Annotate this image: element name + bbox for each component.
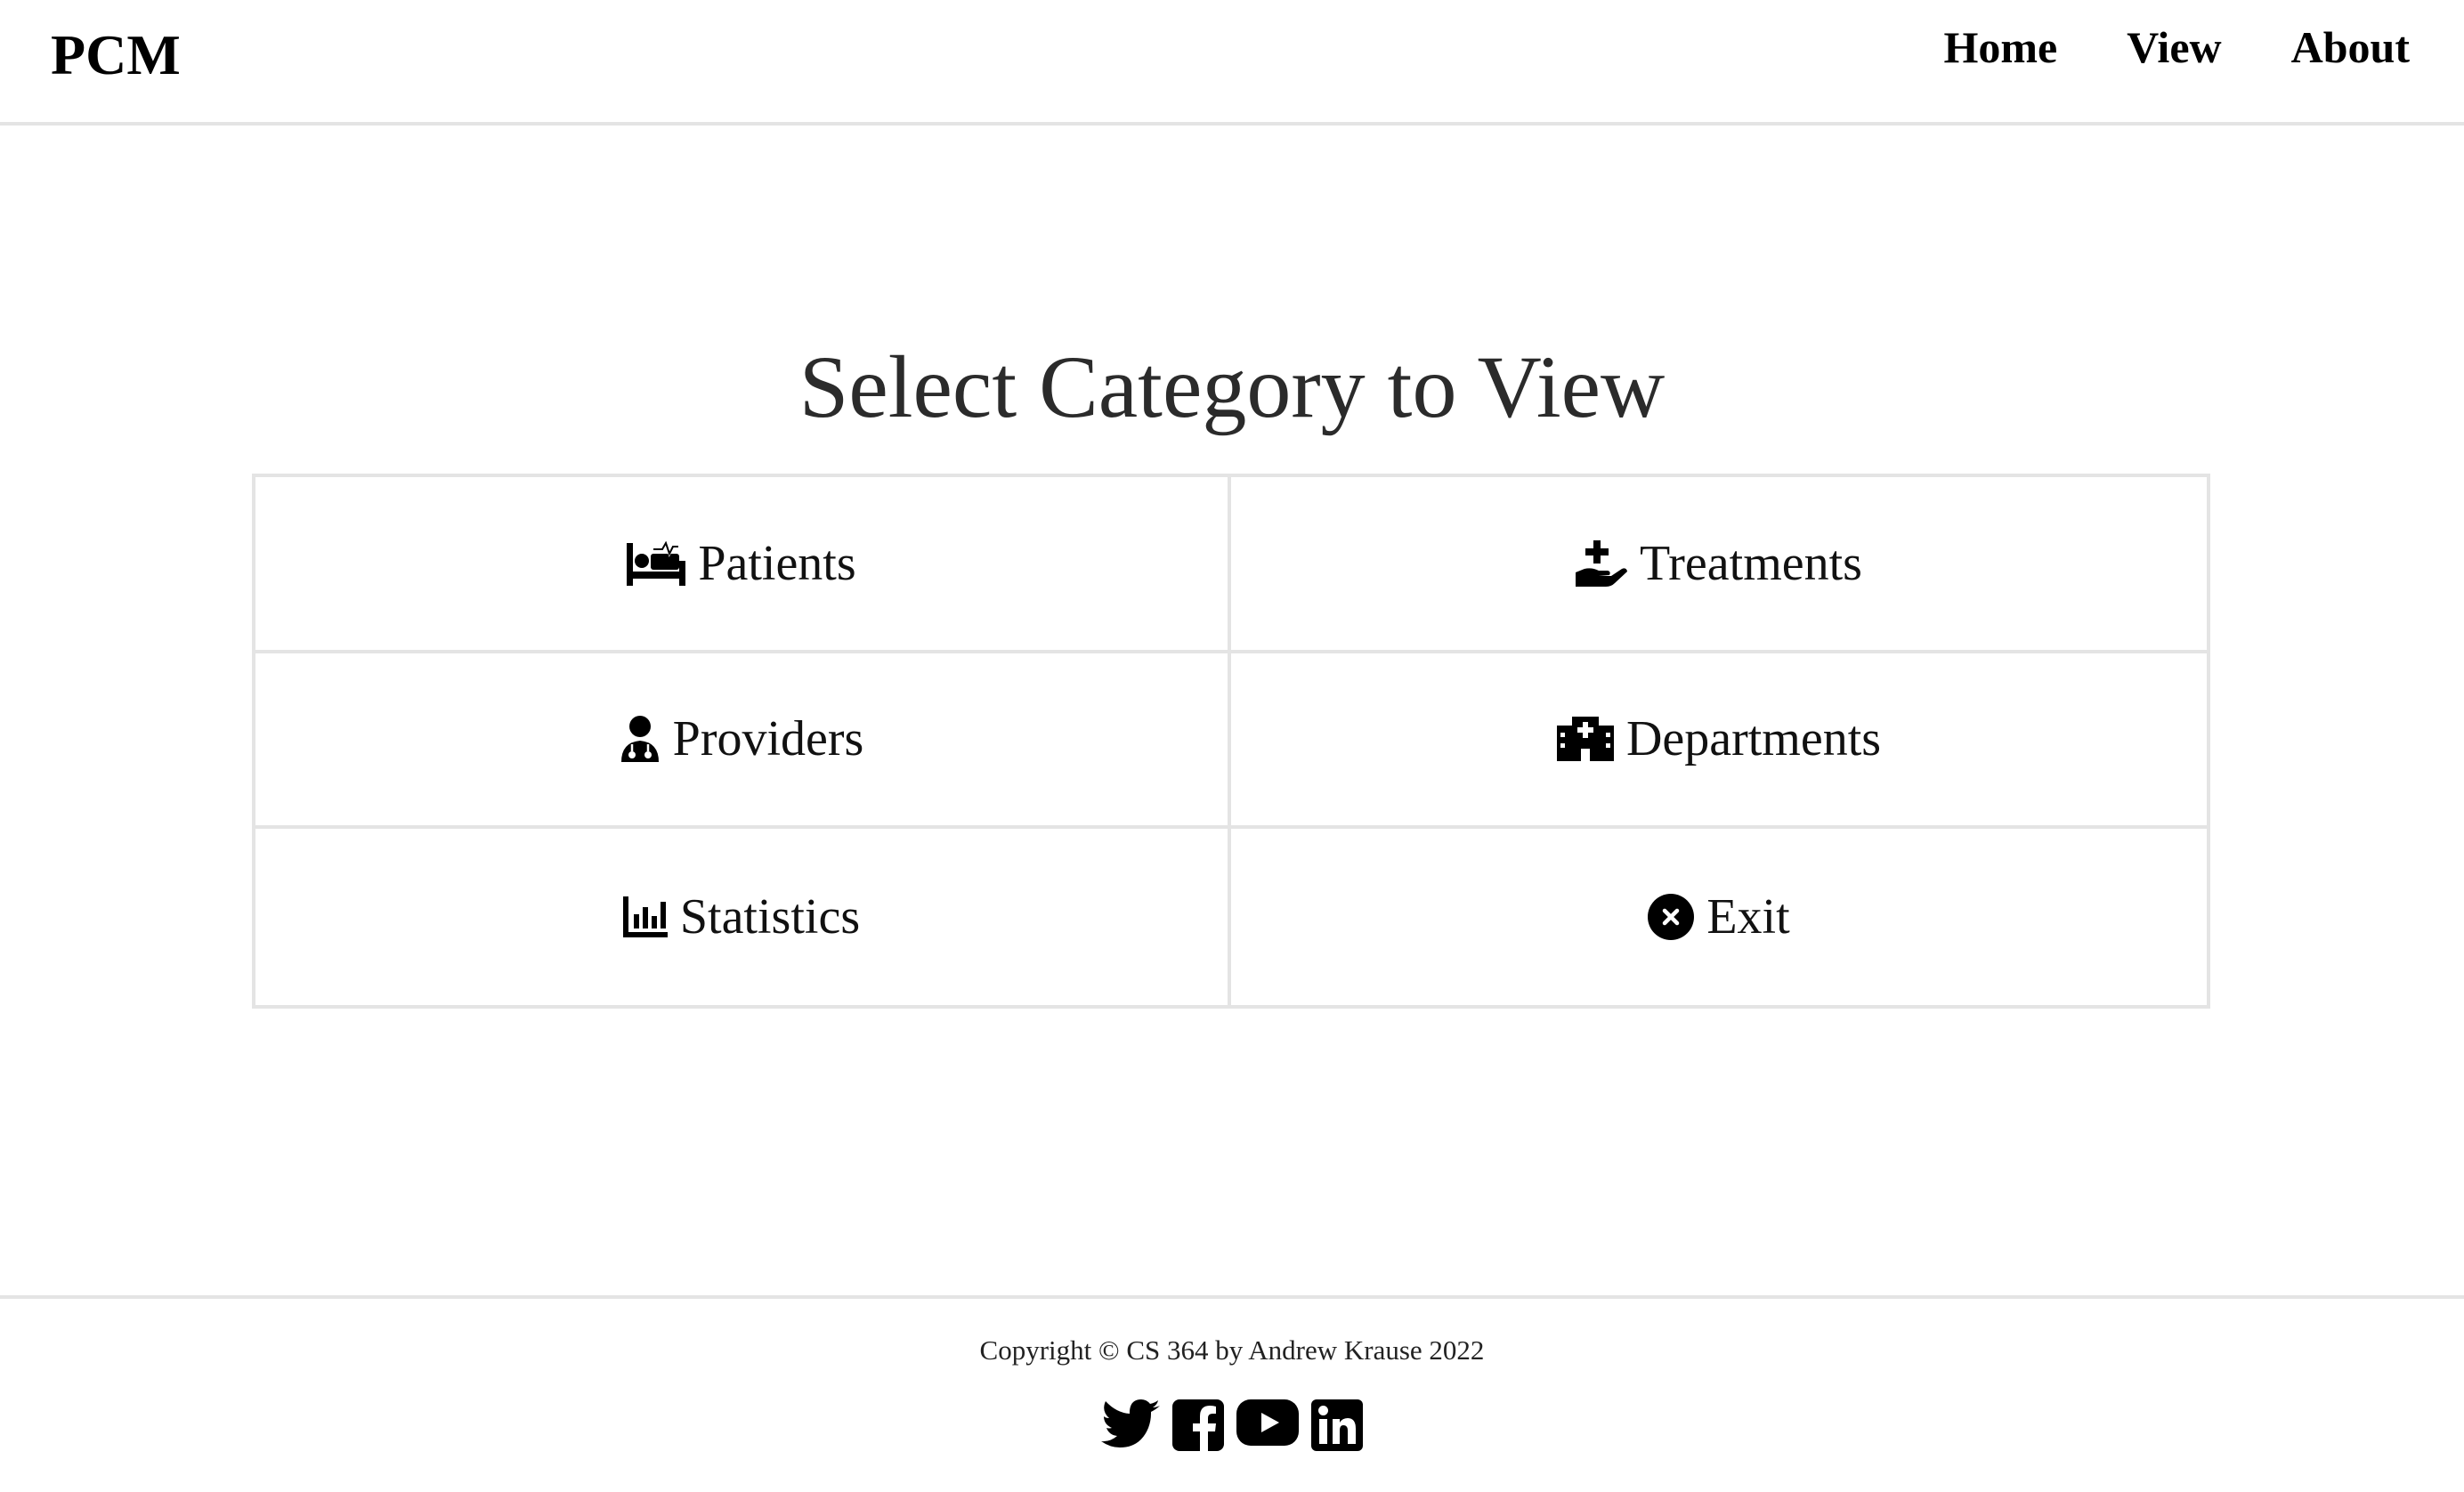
- category-label: Providers: [672, 711, 864, 767]
- nav-about-link[interactable]: About: [2291, 16, 2410, 78]
- category-treatments-button[interactable]: Treatments: [1231, 477, 2207, 653]
- category-label: Statistics: [679, 889, 861, 945]
- doctor-icon: [620, 716, 661, 763]
- navbar: PCM Home View About: [0, 0, 2464, 126]
- copyright-text: Copyright © CS 364 by Andrew Krause 2022: [979, 1334, 1485, 1366]
- hospital-icon: [1556, 717, 1614, 762]
- category-statistics-button[interactable]: Statistics: [255, 829, 1231, 1005]
- facebook-icon[interactable]: [1172, 1399, 1224, 1451]
- bar-chart-icon: [622, 896, 668, 938]
- category-label: Patients: [698, 535, 856, 591]
- twitter-icon[interactable]: [1101, 1399, 1160, 1451]
- main-nav: Home View About: [1943, 16, 2410, 78]
- youtube-icon[interactable]: [1236, 1399, 1299, 1451]
- category-label: Departments: [1625, 711, 1882, 767]
- page-title: Select Category to View: [798, 337, 1666, 436]
- category-departments-button[interactable]: Departments: [1231, 653, 2207, 830]
- category-exit-button[interactable]: Exit: [1231, 829, 2207, 1005]
- nav-view-link[interactable]: View: [2127, 16, 2221, 78]
- category-label: Exit: [1706, 889, 1790, 945]
- linkedin-icon[interactable]: [1311, 1399, 1363, 1451]
- circle-x-icon: [1648, 894, 1695, 941]
- category-label: Treatments: [1640, 535, 1862, 591]
- footer: Copyright © CS 364 by Andrew Krause 2022: [0, 1295, 2464, 1492]
- category-providers-button[interactable]: Providers: [255, 653, 1231, 830]
- nav-home-link[interactable]: Home: [1943, 16, 2057, 78]
- brand-logo[interactable]: PCM: [51, 20, 181, 91]
- social-links: [0, 1399, 2464, 1451]
- hand-holding-medical-icon: [1576, 539, 1628, 587]
- hospital-bed-icon: [627, 540, 686, 586]
- page: PCM Home View About Select Category to V…: [0, 0, 2464, 1492]
- category-grid: Patients Treatments Providers Department…: [252, 474, 2210, 1009]
- category-patients-button[interactable]: Patients: [255, 477, 1231, 653]
